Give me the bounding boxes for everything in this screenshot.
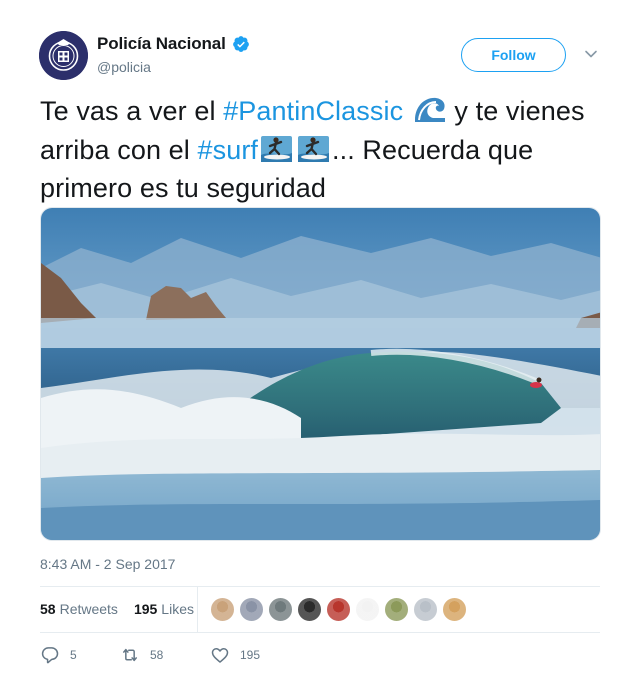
retweets-label: Retweets (59, 601, 118, 617)
liker-avatar[interactable] (326, 597, 351, 622)
tweet-timestamp[interactable]: 8:43 AM - 2 Sep 2017 (40, 556, 175, 572)
retweet-count: 58 (150, 648, 164, 662)
verified-badge-icon (232, 36, 249, 52)
chevron-down-icon[interactable] (584, 47, 598, 61)
surf-wave-image (41, 208, 600, 540)
reply-count: 5 (70, 648, 77, 662)
divider (40, 586, 600, 587)
author-name-row[interactable]: Policía Nacional (97, 34, 250, 54)
liker-avatar[interactable] (442, 597, 467, 622)
follow-button[interactable]: Follow (461, 38, 566, 72)
police-badge-icon (39, 31, 88, 80)
liker-avatar[interactable] (239, 597, 264, 622)
tweet-actions: 5 58 195 (40, 645, 260, 665)
hashtag-link[interactable]: #surf (197, 135, 258, 165)
tweet-stats: 58 Retweets 195 Likes (40, 601, 194, 617)
divider (40, 632, 600, 633)
wave-emoji-icon (411, 94, 447, 133)
retweet-icon (123, 648, 137, 662)
liker-avatar[interactable] (384, 597, 409, 622)
surfer-emoji-icon (258, 133, 295, 172)
reply-icon (41, 647, 59, 664)
author-avatar[interactable] (39, 31, 88, 80)
reply-button[interactable]: 5 (40, 645, 120, 665)
liker-avatar[interactable] (297, 597, 322, 622)
retweets-count: 58 (40, 601, 56, 617)
liker-avatar[interactable] (268, 597, 293, 622)
stats-separator (197, 587, 198, 632)
heart-icon (211, 648, 229, 663)
tweet-text-part: Te vas a ver el (40, 96, 224, 126)
likes-stat[interactable]: 195 Likes (134, 601, 194, 617)
liker-avatars (210, 597, 471, 622)
liker-avatar[interactable] (413, 597, 438, 622)
surfer-emoji-icon (295, 133, 332, 172)
hashtag-link[interactable]: #PantinClassic (223, 96, 403, 126)
author-name[interactable]: Policía Nacional (97, 34, 226, 54)
likes-label: Likes (161, 601, 194, 617)
liker-avatar[interactable] (355, 597, 380, 622)
tweet-photo[interactable] (40, 207, 601, 541)
tweet-text: Te vas a ver el #PantinClassic y te vien… (40, 94, 610, 206)
likes-count: 195 (133, 601, 158, 617)
retweets-stat[interactable]: 58 Retweets (40, 601, 118, 617)
like-count: 195 (240, 648, 261, 662)
retweet-button[interactable]: 58 (120, 645, 210, 665)
liker-avatar[interactable] (210, 597, 235, 622)
like-button[interactable]: 195 (210, 645, 260, 665)
author-handle[interactable]: @policia (97, 59, 151, 75)
